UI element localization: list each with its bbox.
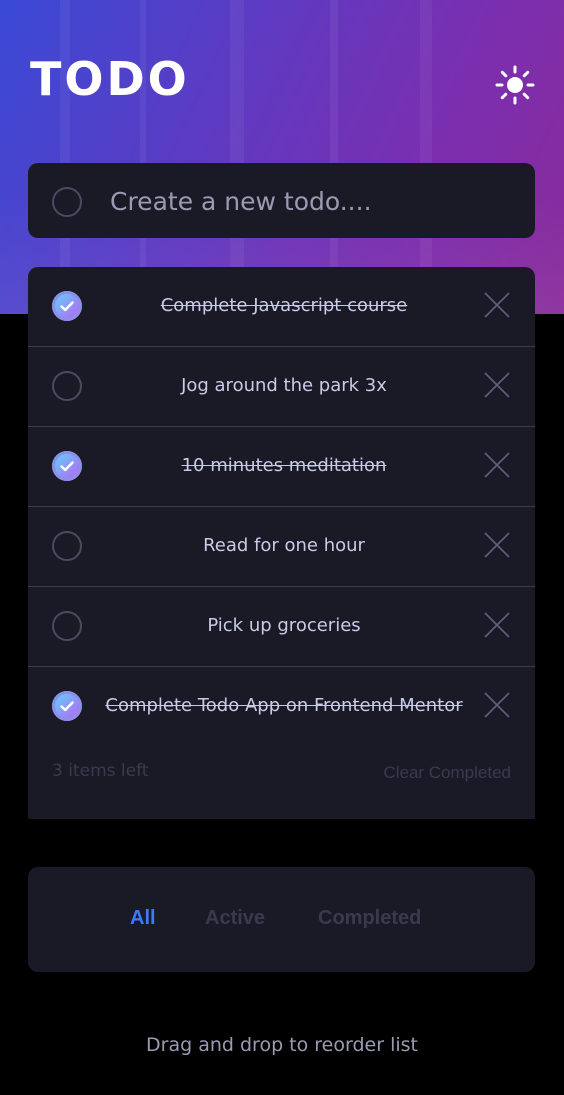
close-icon xyxy=(484,452,510,478)
todo-checkbox[interactable] xyxy=(52,531,82,561)
todo-text: Complete Javascript course xyxy=(160,295,408,316)
todo-list: Complete Javascript course Jog around th… xyxy=(28,267,535,819)
close-icon xyxy=(484,612,510,638)
delete-button[interactable] xyxy=(483,291,511,319)
clear-completed-button[interactable]: Clear Completed xyxy=(383,763,511,783)
todo-text: Jog around the park 3x xyxy=(181,375,387,396)
todo-text: Complete Todo App on Frontend Mentor xyxy=(105,695,463,716)
new-todo-checkbox[interactable] xyxy=(52,187,82,217)
todo-checkbox[interactable] xyxy=(52,451,82,481)
todo-checkbox[interactable] xyxy=(52,611,82,641)
check-icon xyxy=(60,301,74,312)
close-icon xyxy=(484,372,510,398)
delete-button[interactable] xyxy=(483,371,511,399)
new-todo-input[interactable] xyxy=(110,181,510,221)
todo-item[interactable]: Pick up groceries xyxy=(28,587,535,667)
delete-button[interactable] xyxy=(483,531,511,559)
todo-text: Read for one hour xyxy=(203,535,365,556)
new-todo-bar xyxy=(28,163,535,238)
check-icon xyxy=(60,461,74,472)
filter-all[interactable]: All xyxy=(130,907,156,930)
delete-button[interactable] xyxy=(483,691,511,719)
filter-completed[interactable]: Completed xyxy=(318,907,421,930)
todo-item[interactable]: Complete Todo App on Frontend Mentor xyxy=(28,667,535,747)
list-footer: 3 items left Clear Completed xyxy=(28,757,535,807)
filter-bar: All Active Completed xyxy=(28,867,535,972)
check-icon xyxy=(60,701,74,712)
delete-button[interactable] xyxy=(483,451,511,479)
close-icon xyxy=(484,292,510,318)
items-left-count: 3 items left xyxy=(52,761,149,781)
sun-icon xyxy=(495,65,535,105)
drag-hint: Drag and drop to reorder list xyxy=(146,1034,418,1056)
todo-item[interactable]: 10 minutes meditation xyxy=(28,427,535,507)
theme-toggle-button[interactable] xyxy=(494,64,536,106)
todo-text: Pick up groceries xyxy=(207,615,361,636)
todo-item[interactable]: Complete Javascript course xyxy=(28,267,535,347)
filter-active[interactable]: Active xyxy=(205,907,265,930)
close-icon xyxy=(484,692,510,718)
todo-item[interactable]: Jog around the park 3x xyxy=(28,347,535,427)
todo-item[interactable]: Read for one hour xyxy=(28,507,535,587)
todo-checkbox[interactable] xyxy=(52,371,82,401)
todo-text: 10 minutes meditation xyxy=(181,455,387,476)
todo-checkbox[interactable] xyxy=(52,291,82,321)
delete-button[interactable] xyxy=(483,611,511,639)
todo-checkbox[interactable] xyxy=(52,691,82,721)
close-icon xyxy=(484,532,510,558)
app-title: TODO xyxy=(30,52,190,106)
